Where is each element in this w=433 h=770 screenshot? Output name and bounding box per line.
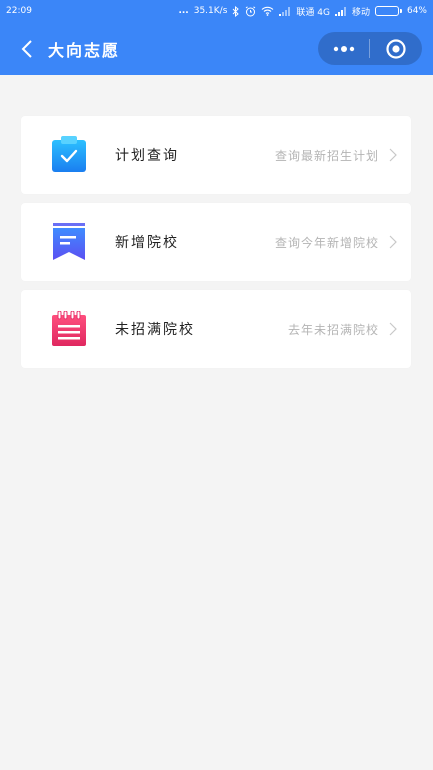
status-bar: 22:09 ... 35.1K/s 联通 4G 移动 64%: [0, 0, 433, 22]
chevron-right-icon: [389, 235, 397, 249]
chevron-right-icon: [389, 148, 397, 162]
bluetooth-icon: [232, 5, 240, 17]
item-title: 新增院校: [115, 235, 179, 251]
list-item-plan-query[interactable]: 计划查询 查询最新招生计划: [21, 116, 411, 194]
chevron-left-icon: [21, 39, 32, 58]
back-button[interactable]: [10, 29, 44, 69]
carrier-2: 移动: [351, 7, 370, 18]
target-close-icon: [386, 38, 406, 59]
net-speed: 35.1K/s: [193, 6, 228, 16]
carrier-1: 联通 4G: [296, 7, 330, 18]
status-time: 22:09: [6, 6, 32, 16]
item-desc: 查询今年新增院校: [274, 235, 379, 250]
clipboard-check-icon: [49, 135, 89, 175]
nav-bar: 大向志愿: [0, 22, 433, 75]
page-title: 大向志愿: [48, 40, 121, 60]
status-right: ... 35.1K/s 联通 4G 移动 64%: [178, 5, 427, 18]
bookmark-icon: [49, 222, 89, 262]
feature-list: 计划查询 查询最新招生计划 新增院校 查询今年新增院校 未招满院校 去年未招满院…: [21, 116, 411, 377]
notepad-icon: [49, 309, 89, 349]
item-title: 计划查询: [115, 148, 179, 164]
item-desc: 查询最新招生计划: [274, 148, 379, 163]
list-item-new-schools[interactable]: 新增院校 查询今年新增院校: [21, 203, 411, 281]
chevron-right-icon: [389, 322, 397, 336]
battery-icon: [374, 6, 402, 16]
status-dots: ...: [178, 6, 189, 16]
battery-percent: 64%: [406, 6, 427, 16]
signal-icon-1: [279, 6, 291, 16]
mini-program-capsule: [318, 32, 422, 65]
item-desc: 去年未招满院校: [287, 322, 379, 337]
item-title: 未招满院校: [115, 322, 195, 338]
wifi-icon: [261, 6, 274, 16]
more-button[interactable]: [318, 32, 369, 65]
close-button[interactable]: [370, 32, 422, 65]
signal-icon-2: [334, 6, 347, 16]
more-dots-icon: [333, 45, 354, 52]
alarm-icon: [245, 5, 256, 17]
list-item-unfilled-schools[interactable]: 未招满院校 去年未招满院校: [21, 290, 411, 368]
